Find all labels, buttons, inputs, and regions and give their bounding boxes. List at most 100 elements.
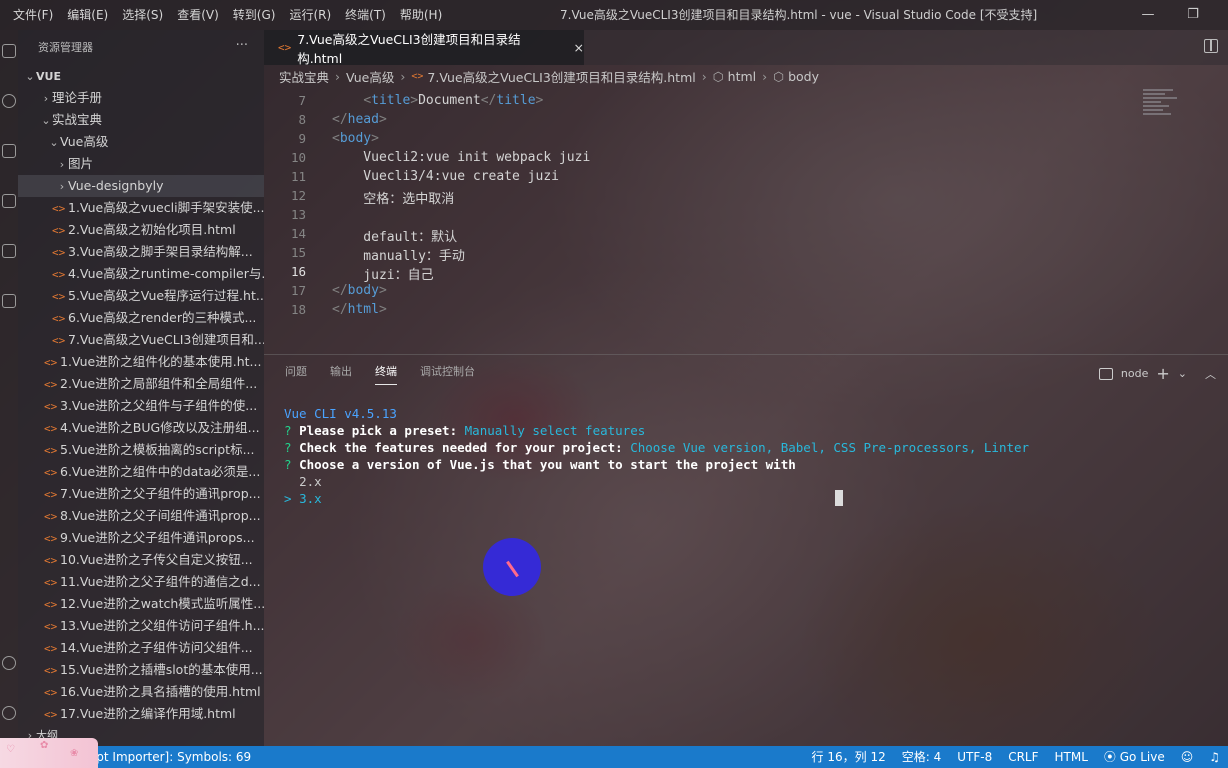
breadcrumb-item[interactable]: body — [788, 69, 819, 84]
file-label: 实战宝典 — [52, 112, 103, 127]
file-item[interactable]: <> 15.Vue进阶之插槽slot的基本使用... — [18, 659, 264, 681]
run-debug-icon[interactable] — [2, 194, 16, 208]
file-item[interactable]: <> 11.Vue进阶之父子组件的通信之d... — [18, 571, 264, 593]
account-icon[interactable] — [2, 656, 16, 670]
tab-terminal[interactable]: 终端 — [375, 355, 397, 389]
editor-tabs: <> 7.Vue高级之VueCLI3创建项目和目录结构.html × — [264, 30, 1228, 66]
file-item[interactable]: <> 2.Vue高级之初始化项目.html — [18, 219, 264, 241]
file-label: 16.Vue进阶之具名插槽的使用.html — [60, 684, 261, 699]
folder-item[interactable]: › 图片 — [18, 153, 264, 175]
html-file-icon: <> — [52, 290, 66, 303]
split-editor-icon[interactable] — [1204, 39, 1218, 53]
file-item[interactable]: <> 1.Vue进阶之组件化的基本使用.ht... — [18, 351, 264, 373]
breadcrumb-item[interactable]: 7.Vue高级之VueCLI3创建项目和目录结构.html — [427, 67, 695, 86]
menu-go[interactable]: 转到(G) — [226, 0, 283, 30]
file-item[interactable]: <> 4.Vue进阶之BUG修改以及注册组... — [18, 417, 264, 439]
breadcrumb-item[interactable]: Vue高级 — [346, 67, 394, 86]
file-label: 3.Vue高级之脚手架目录结构解... — [68, 244, 253, 259]
remote-icon[interactable] — [2, 294, 16, 308]
folder-item[interactable]: › 理论手册 — [18, 87, 264, 109]
feedback-icon[interactable]: ☺ — [1181, 746, 1194, 768]
status-encoding[interactable]: UTF-8 — [957, 746, 992, 768]
element-icon: ⬡ — [773, 68, 785, 84]
file-item[interactable]: <> 6.Vue高级之render的三种模式... — [18, 307, 264, 329]
vscode-window: 文件(F) 编辑(E) 选择(S) 查看(V) 转到(G) 运行(R) 终端(T… — [0, 0, 1228, 768]
status-symbols[interactable]: ript Importer]: Symbols: 69 — [88, 746, 251, 768]
chevron-up-icon[interactable]: ︿ — [1205, 366, 1216, 382]
menu-selection[interactable]: 选择(S) — [115, 0, 170, 30]
menu-edit[interactable]: 编辑(E) — [60, 0, 115, 30]
status-go-live[interactable]: ⦿ Go Live — [1104, 746, 1165, 768]
activity-bar — [0, 30, 18, 746]
file-item[interactable]: <> 3.Vue进阶之父组件与子组件的使... — [18, 395, 264, 417]
file-item[interactable]: <> 16.Vue进阶之具名插槽的使用.html — [18, 681, 264, 703]
bell-icon[interactable]: ♫ — [1209, 746, 1220, 768]
file-item[interactable]: <> 13.Vue进阶之父组件访问子组件.h... — [18, 615, 264, 637]
file-label: 5.Vue高级之Vue程序运行过程.ht... — [68, 288, 264, 303]
html-file-icon: <> — [44, 400, 58, 413]
menu-view[interactable]: 查看(V) — [170, 0, 226, 30]
line-number: 15 — [290, 245, 306, 260]
html-file-icon: <> — [44, 510, 58, 523]
add-terminal-icon[interactable]: + — [1156, 364, 1169, 383]
breadcrumb-item[interactable]: 实战宝典 — [279, 67, 329, 86]
close-icon[interactable]: × — [574, 40, 584, 55]
file-item[interactable]: <> 12.Vue进阶之watch模式监听属性... — [18, 593, 264, 615]
status-language[interactable]: HTML — [1055, 746, 1088, 768]
file-item[interactable]: <> 7.Vue进阶之父子组件的通讯prop... — [18, 483, 264, 505]
workspace-root[interactable]: ⌄VUE — [18, 65, 264, 87]
tab-problems[interactable]: 问题 — [285, 355, 307, 389]
file-item[interactable]: <> 8.Vue进阶之父子间组件通讯prop... — [18, 505, 264, 527]
chevron-right-icon: › — [400, 68, 406, 84]
folder-item[interactable]: › Vue-designbyly — [18, 175, 264, 197]
minimize-icon[interactable]: — — [1128, 0, 1168, 30]
terminal-output[interactable]: Vue CLI v4.5.13 ? Please pick a preset: M… — [284, 405, 1029, 507]
minimap[interactable] — [1143, 87, 1183, 127]
file-item[interactable]: <> 7.Vue高级之VueCLI3创建项目和... — [18, 329, 264, 351]
file-item[interactable]: <> 17.Vue进阶之编译作用域.html — [18, 703, 264, 725]
terminal-line: ? Choose a version of Vue.js that you wa… — [284, 457, 796, 472]
window-title: 7.Vue高级之VueCLI3创建项目和目录结构.html - vue - Vi… — [560, 8, 1038, 22]
file-item[interactable]: <> 14.Vue进阶之子组件访问父组件... — [18, 637, 264, 659]
file-item[interactable]: <> 10.Vue进阶之子传父自定义按钮... — [18, 549, 264, 571]
html-file-icon: <> — [44, 554, 58, 567]
file-label: 17.Vue进阶之编译作用域.html — [60, 706, 236, 721]
file-item[interactable]: <> 1.Vue高级之vuecli脚手架安装使... — [18, 197, 264, 219]
breadcrumb-item[interactable]: html — [728, 69, 756, 84]
file-item[interactable]: <> 5.Vue高级之Vue程序运行过程.ht... — [18, 285, 264, 307]
title-bar: 文件(F) 编辑(E) 选择(S) 查看(V) 转到(G) 运行(R) 终端(T… — [0, 0, 1228, 30]
status-cursor-position[interactable]: 行 16，列 12 — [812, 746, 886, 768]
file-item[interactable]: <> 6.Vue进阶之组件中的data必须是... — [18, 461, 264, 483]
folder-item[interactable]: ⌄实战宝典 — [18, 109, 264, 131]
tab-output[interactable]: 输出 — [330, 355, 352, 389]
menu-file[interactable]: 文件(F) — [6, 0, 60, 30]
explorer-icon[interactable] — [2, 44, 16, 58]
folder-item[interactable]: ⌄Vue高级 — [18, 131, 264, 153]
html-file-icon: <> — [44, 620, 58, 633]
file-item[interactable]: <> 2.Vue进阶之局部组件和全局组件... — [18, 373, 264, 395]
tab-active-file[interactable]: <> 7.Vue高级之VueCLI3创建项目和目录结构.html × — [264, 30, 584, 66]
file-item[interactable]: <> 5.Vue进阶之模板抽离的script标... — [18, 439, 264, 461]
code-line: <title>Document</title> — [363, 93, 544, 108]
breadcrumb: 实战宝典 › Vue高级 › <> 7.Vue高级之VueCLI3创建项目和目录结构… — [264, 65, 1228, 87]
status-eol[interactable]: CRLF — [1008, 746, 1038, 768]
file-item[interactable]: <> 3.Vue高级之脚手架目录结构解... — [18, 241, 264, 263]
search-icon[interactable] — [2, 94, 16, 108]
menu-run[interactable]: 运行(R) — [282, 0, 338, 30]
menu-help[interactable]: 帮助(H) — [393, 0, 449, 30]
more-actions-icon[interactable]: ··· — [236, 38, 248, 53]
file-item[interactable]: <> 4.Vue高级之runtime-compiler与... — [18, 263, 264, 285]
extensions-icon[interactable] — [2, 244, 16, 258]
source-control-icon[interactable] — [2, 144, 16, 158]
terminal-selector[interactable]: node — [1121, 367, 1148, 380]
menu-terminal[interactable]: 终端(T) — [338, 0, 393, 30]
file-item[interactable]: <> 9.Vue进阶之父子组件通讯props... — [18, 527, 264, 549]
gear-icon[interactable] — [2, 706, 16, 720]
bottom-panel: 问题 输出 终端 调试控制台 node + ⌄ ︿ Vue CLI v4.5.1… — [264, 354, 1228, 746]
html-file-icon: <> — [44, 642, 58, 655]
restore-icon[interactable]: ❐ — [1173, 0, 1213, 30]
chevron-down-icon[interactable]: ⌄ — [1178, 367, 1187, 380]
status-indentation[interactable]: 空格: 4 — [902, 746, 942, 768]
code-editor[interactable]: 7 <title>Document</title> 8 </head> 9 <body>… — [264, 87, 1228, 354]
tab-debug-console[interactable]: 调试控制台 — [420, 355, 475, 389]
